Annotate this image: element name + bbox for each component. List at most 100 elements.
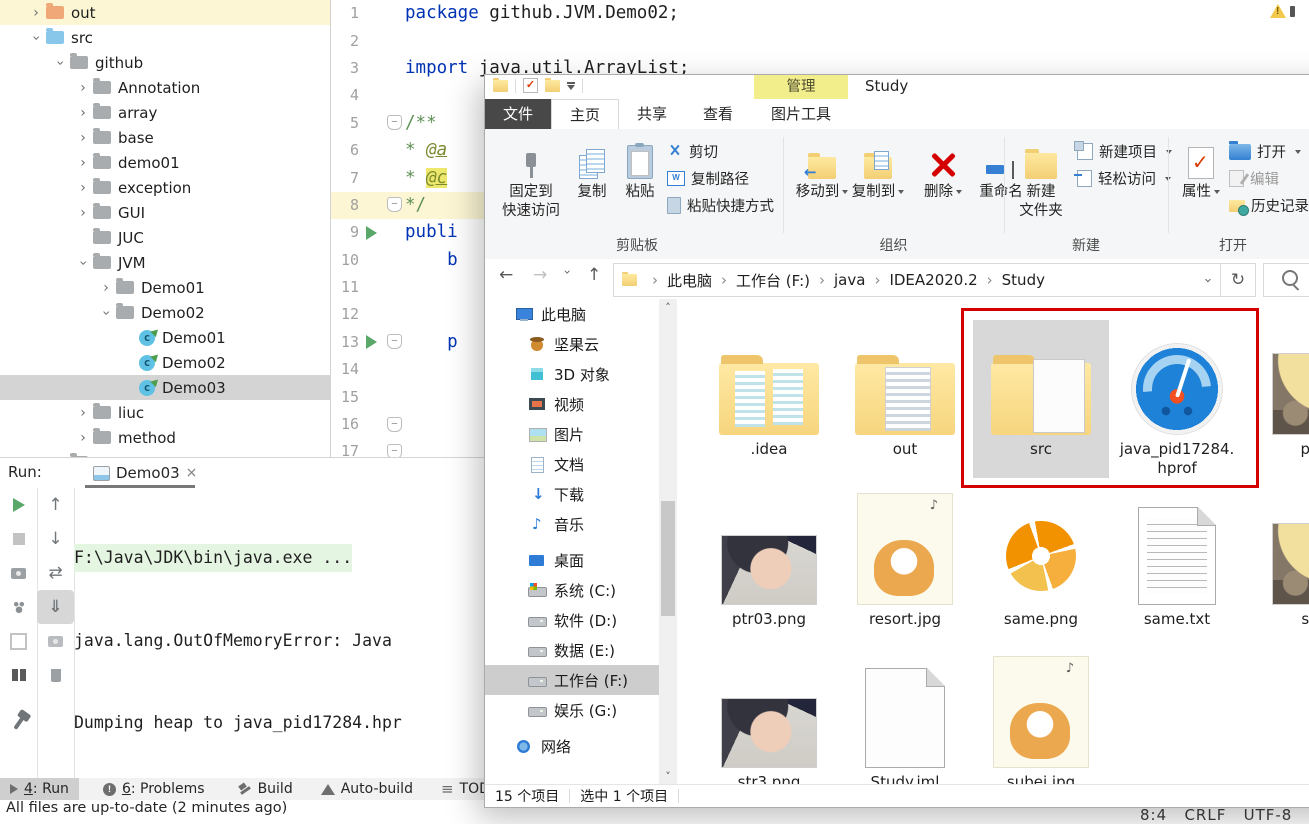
tree-row[interactable]: JVM xyxy=(0,250,330,275)
scroll-to-end-button[interactable]: ⇓ xyxy=(37,590,74,624)
file-item[interactable]: str3.png xyxy=(701,653,837,785)
copy-button[interactable]: 复制 xyxy=(569,135,615,202)
tree-row[interactable]: github xyxy=(0,50,330,75)
nav-item[interactable]: 此电脑 xyxy=(485,299,659,329)
edit-button[interactable]: 编辑 xyxy=(1229,166,1279,191)
tree-chevron-icon[interactable] xyxy=(26,30,46,46)
toolwindow-run-button[interactable]: 4: Run xyxy=(0,778,79,800)
move-to-button[interactable]: ← 移动到 xyxy=(795,135,849,202)
tree-row[interactable]: out xyxy=(0,0,330,25)
breadcrumb-item[interactable]: Study xyxy=(978,270,1045,291)
properties-button[interactable]: 属性 xyxy=(1179,135,1223,202)
breadcrumb-item[interactable]: java xyxy=(810,270,865,291)
toolwindow-build-button[interactable]: Build xyxy=(229,778,303,800)
export-button[interactable] xyxy=(0,624,37,658)
screenshot-button[interactable] xyxy=(0,556,37,590)
new-folder-qat-icon[interactable] xyxy=(545,80,560,92)
tree-chevron-icon[interactable] xyxy=(96,280,116,296)
history-button[interactable]: 历史记录 xyxy=(1229,193,1309,218)
nav-item[interactable]: 工作台 (F:) xyxy=(485,665,659,695)
tree-row[interactable]: demo01 xyxy=(0,150,330,175)
tree-chevron-icon[interactable] xyxy=(73,255,93,271)
toolwindow-autobuild-button[interactable]: Auto-build xyxy=(311,778,423,800)
tab-view[interactable]: 查看 xyxy=(685,99,751,129)
scroll-down-icon[interactable]: ˅ xyxy=(659,770,677,783)
address-dropdown-icon[interactable]: › xyxy=(1200,277,1215,282)
tab-file[interactable]: 文件 xyxy=(485,99,551,129)
tree-chevron-icon[interactable] xyxy=(73,180,93,196)
explorer-title-bar[interactable]: ✓ 管理 Study xyxy=(485,75,1309,99)
tree-row[interactable]: src xyxy=(0,25,330,50)
tree-row[interactable]: Demo02 xyxy=(0,350,330,375)
nav-item[interactable]: 数据 (E:) xyxy=(485,635,659,665)
soft-wrap-button[interactable]: ⇄ xyxy=(37,556,74,590)
file-item[interactable]: resort.jpg xyxy=(837,490,973,629)
tab-close-icon[interactable]: × xyxy=(186,465,198,481)
tree-row[interactable]: Demo01 xyxy=(0,325,330,350)
tab-picture-tools[interactable]: 图片工具 xyxy=(754,99,848,129)
file-item[interactable]: ptr. xyxy=(1245,320,1309,478)
print-button[interactable] xyxy=(37,624,74,658)
toolwindow-problems-button[interactable]: ! 6: Problems xyxy=(93,778,215,800)
search-input[interactable] xyxy=(1263,263,1309,297)
up-button[interactable]: ↑ xyxy=(587,265,601,285)
tree-row[interactable]: method xyxy=(0,425,330,450)
tree-row[interactable] xyxy=(0,450,330,457)
cut-button[interactable]: 剪切 xyxy=(667,139,718,164)
nav-item[interactable]: 音乐 xyxy=(485,509,659,539)
back-button[interactable]: ← xyxy=(499,265,513,285)
tree-row[interactable]: base xyxy=(0,125,330,150)
tree-row[interactable]: Demo03 xyxy=(0,375,330,400)
file-item[interactable]: ptr03.png xyxy=(701,490,837,629)
file-item[interactable]: same.png xyxy=(973,490,1109,629)
breadcrumb-item[interactable]: 此电脑 xyxy=(643,270,712,291)
tree-chevron-icon[interactable] xyxy=(96,305,116,321)
layout-button[interactable] xyxy=(0,658,37,692)
qat-customize-icon[interactable] xyxy=(567,82,575,90)
file-item[interactable]: str. xyxy=(1245,490,1309,629)
file-item[interactable]: same.txt xyxy=(1109,490,1245,629)
properties-qat-icon[interactable]: ✓ xyxy=(523,78,538,93)
nav-item[interactable]: 文档 xyxy=(485,449,659,479)
tree-row[interactable]: Annotation xyxy=(0,75,330,100)
paste-shortcut-button[interactable]: 粘贴快捷方式 xyxy=(667,193,774,218)
breadcrumb-item[interactable]: IDEA2020.2 xyxy=(865,270,977,291)
file-item[interactable]: Study.iml xyxy=(837,653,973,785)
easy-access-button[interactable]: 轻松访问 xyxy=(1077,166,1171,191)
nav-item[interactable]: 下载 xyxy=(485,479,659,509)
tree-row[interactable]: exception xyxy=(0,175,330,200)
recent-locations-icon[interactable]: › xyxy=(560,270,574,275)
nav-item[interactable]: 软件 (D:) xyxy=(485,605,659,635)
nav-item[interactable]: 3D 对象 xyxy=(485,359,659,389)
tree-row[interactable]: GUI xyxy=(0,200,330,225)
tree-chevron-icon[interactable] xyxy=(73,80,93,96)
nav-item[interactable]: 网络 xyxy=(485,731,659,761)
new-folder-button[interactable]: 新建文件夹 xyxy=(1012,135,1070,221)
file-item[interactable]: .idea xyxy=(701,320,837,478)
tree-row[interactable]: JUC xyxy=(0,225,330,250)
nav-item[interactable]: 娱乐 (G:) xyxy=(485,695,659,725)
profiler-button[interactable] xyxy=(0,590,37,624)
file-item[interactable]: src xyxy=(973,320,1109,478)
address-input[interactable]: 此电脑工作台 (F:)javaIDEA2020.2Study › ↻ xyxy=(613,263,1256,297)
copy-to-button[interactable]: 复制到 xyxy=(851,135,905,202)
file-item[interactable]: java_pid17284. hprof xyxy=(1109,320,1245,478)
tree-chevron-icon[interactable] xyxy=(73,155,93,171)
tree-chevron-icon[interactable] xyxy=(73,105,93,121)
tab-share[interactable]: 共享 xyxy=(619,99,685,129)
tree-row[interactable]: array xyxy=(0,100,330,125)
breadcrumb-item[interactable]: 工作台 (F:) xyxy=(712,270,810,291)
stop-button[interactable] xyxy=(0,522,37,556)
tree-row[interactable]: Demo02 xyxy=(0,300,330,325)
tab-home[interactable]: 主页 xyxy=(551,99,619,129)
nav-scrollbar[interactable]: ˄ ˅ xyxy=(659,299,677,785)
up-stack-button[interactable]: ↑ xyxy=(37,488,74,522)
run-tab-demo03[interactable]: Demo03 × xyxy=(85,460,205,486)
scrollbar-thumb[interactable] xyxy=(661,501,675,616)
pin-tab-button[interactable] xyxy=(0,706,37,740)
file-item[interactable]: out xyxy=(837,320,973,478)
tree-chevron-icon[interactable] xyxy=(73,430,93,446)
project-tree[interactable]: out src github Annotation array bas xyxy=(0,0,331,457)
delete-button[interactable]: 删除 xyxy=(919,135,967,202)
pin-to-quick-access-button[interactable]: 固定到快速访问 xyxy=(497,135,565,221)
